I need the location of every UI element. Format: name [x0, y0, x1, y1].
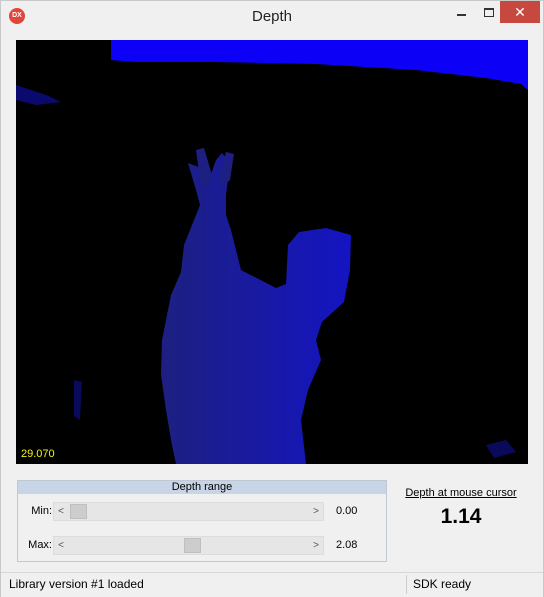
max-label: Max:: [28, 539, 52, 551]
close-icon: ✕: [514, 4, 526, 20]
min-value: 0.00: [336, 505, 358, 517]
min-slider-thumb[interactable]: [70, 504, 87, 519]
status-bar: Library version #1 loaded SDK ready: [1, 572, 543, 597]
person-body: [161, 153, 351, 464]
status-library: Library version #1 loaded: [9, 577, 144, 591]
fps-counter: 29.070: [21, 448, 55, 460]
min-slider-right-arrow-icon[interactable]: >: [309, 503, 323, 520]
max-value: 2.08: [336, 539, 358, 551]
depth-cursor-label: Depth at mouse cursor: [405, 487, 517, 499]
left-edge-fragment: [16, 85, 61, 105]
floor-noise-right: [486, 440, 516, 458]
max-slider-thumb[interactable]: [184, 538, 202, 553]
depth-range-group: Depth range Min: < > 0.00 Max: < > 2.08: [17, 480, 387, 562]
depth-window: DX Depth ✕ 29.070 Depth range Min: < > 0…: [0, 0, 544, 597]
max-slider[interactable]: < >: [53, 536, 324, 555]
depth-range-title: Depth range: [18, 481, 386, 494]
max-slider-left-arrow-icon[interactable]: <: [54, 537, 68, 554]
depth-image: [16, 40, 528, 464]
minimize-icon: [456, 13, 466, 16]
status-sdk: SDK ready: [413, 577, 472, 591]
depth-cursor-value: 1.14: [440, 505, 482, 528]
min-slider-left-arrow-icon[interactable]: <: [54, 503, 68, 520]
close-button[interactable]: ✕: [500, 1, 540, 23]
max-slider-row: Max: < > 2.08: [18, 536, 386, 555]
min-slider-row: Min: < > 0.00: [18, 502, 386, 521]
maximize-icon: [484, 8, 494, 18]
min-slider[interactable]: < >: [53, 502, 324, 521]
max-slider-right-arrow-icon[interactable]: >: [309, 537, 323, 554]
min-label: Min:: [31, 505, 52, 517]
title-bar[interactable]: DX Depth ✕: [1, 1, 543, 31]
maximize-button[interactable]: [475, 1, 503, 23]
background-wall: [111, 40, 528, 90]
status-divider: [406, 575, 407, 594]
minimize-button[interactable]: [447, 1, 475, 23]
floor-noise-left: [74, 380, 82, 420]
depth-image-view[interactable]: 29.070: [16, 40, 528, 464]
